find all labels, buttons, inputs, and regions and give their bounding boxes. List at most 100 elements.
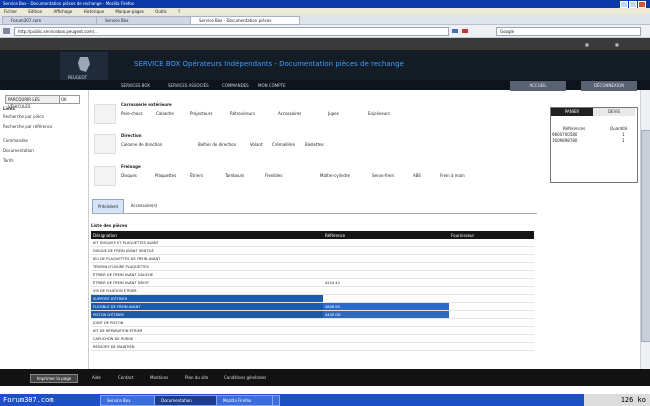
- category-link[interactable]: Rétroviseurs: [230, 111, 255, 116]
- column-header[interactable]: Fournisseur: [449, 231, 534, 239]
- browser-tab[interactable]: Service Box - Documentation pièces: [190, 16, 300, 25]
- sidebar-link[interactable]: Recherche par référence: [3, 124, 52, 129]
- cell-designation[interactable]: SUPPORT D'ÉTRIER: [91, 294, 323, 303]
- cell-designation[interactable]: JOINT DE PISTON: [91, 318, 323, 327]
- nav-item[interactable]: SERVICES BOX: [121, 83, 150, 88]
- sidebar-link[interactable]: Documentation: [3, 148, 34, 153]
- category-thumbnail[interactable]: [94, 104, 116, 124]
- table-row[interactable]: DISQUE DE FREIN AVANT VENTILÉ: [91, 246, 534, 255]
- cell-designation[interactable]: KIT DISQUES ET PLAQUETTES AVANT: [91, 239, 323, 247]
- menu-item[interactable]: Marque-pages: [115, 9, 144, 14]
- category-link[interactable]: Maître-cylindre: [320, 173, 350, 178]
- browser-tab[interactable]: Forum307.com: [2, 16, 102, 25]
- taskbar-item[interactable]: Mozilla Firefox: [216, 395, 274, 406]
- footer-link[interactable]: Mentions: [150, 375, 168, 380]
- tab-quote[interactable]: DEVIS: [593, 108, 635, 116]
- cell-designation[interactable]: VIS DE FIXATION ÉTRIER: [91, 286, 323, 295]
- nav-item[interactable]: COMMANDES: [222, 83, 249, 88]
- address-input[interactable]: http://public.servicebox.peugeot.com/...: [14, 27, 449, 36]
- table-row[interactable]: ÉTRIER DE FREIN AVANT GAUCHE: [91, 270, 534, 279]
- category-link[interactable]: Colonne de direction: [121, 142, 162, 147]
- cell-designation[interactable]: PISTON D'ÉTRIER: [91, 310, 323, 319]
- cell-designation[interactable]: CAPUCHON DE PURGE: [91, 334, 323, 343]
- category-link[interactable]: Projecteurs: [190, 111, 212, 116]
- category-link[interactable]: Calandre: [156, 111, 174, 116]
- sidebar-link[interactable]: Tarifs: [3, 158, 13, 163]
- nav-item[interactable]: MON COMPTE: [258, 83, 286, 88]
- category-link[interactable]: Frein à main: [440, 173, 465, 178]
- cell-designation[interactable]: ÉTRIER DE FREIN AVANT DROIT: [91, 278, 323, 287]
- home-button[interactable]: ACCUEIL: [510, 81, 566, 91]
- taskbar-item[interactable]: Service Box: [100, 395, 156, 406]
- search-input[interactable]: Google: [496, 27, 641, 36]
- strip-link[interactable]: ■: [585, 42, 589, 47]
- cell-designation[interactable]: KIT DE RÉPARATION ÉTRIER: [91, 326, 323, 335]
- category-heading[interactable]: Carrosserie extérieure: [121, 102, 172, 107]
- minimize-icon[interactable]: [620, 1, 628, 8]
- menu-item[interactable]: Edition: [28, 9, 42, 14]
- cell-designation[interactable]: FLEXIBLE DE FREIN AVANT: [91, 302, 323, 311]
- menu-item[interactable]: Historique: [84, 9, 105, 14]
- footer-link[interactable]: Plan du site: [185, 375, 208, 380]
- menu-item[interactable]: Affichage: [53, 9, 72, 14]
- category-link[interactable]: ABS: [413, 173, 421, 178]
- cell-designation[interactable]: RESSORT DE MAINTIEN: [91, 342, 323, 351]
- category-link[interactable]: Tambours: [225, 173, 244, 178]
- table-row[interactable]: RESSORT DE MAINTIEN: [91, 342, 534, 351]
- category-link[interactable]: Servo-frein: [372, 173, 394, 178]
- cart-label[interactable]: 1609898780: [552, 138, 577, 143]
- category-link[interactable]: Crémaillère: [272, 142, 295, 147]
- table-row[interactable]: SUPPORT D'ÉTRIER: [91, 294, 534, 303]
- browser-tab[interactable]: Service Box: [96, 16, 196, 25]
- tab-cart[interactable]: PANIER: [551, 108, 593, 116]
- footer-link[interactable]: Aide: [92, 375, 101, 380]
- cell-designation[interactable]: DISQUE DE FREIN AVANT VENTILÉ: [91, 246, 323, 255]
- table-row[interactable]: ÉTRIER DE FREIN AVANT DROIT 4254 42: [91, 278, 534, 287]
- category-thumbnail[interactable]: [94, 166, 116, 186]
- table-row[interactable]: KIT DISQUES ET PLAQUETTES AVANT: [91, 239, 534, 247]
- table-row[interactable]: JOINT DE PISTON: [91, 318, 534, 327]
- taskbar-item[interactable]: [272, 395, 280, 406]
- category-heading[interactable]: Freinage: [121, 164, 141, 169]
- close-icon[interactable]: [638, 1, 646, 8]
- category-link[interactable]: Jupes: [328, 111, 339, 116]
- maximize-icon[interactable]: [629, 1, 637, 8]
- taskbar-item[interactable]: Documentation: [154, 395, 218, 406]
- table-row[interactable]: CAPUCHON DE PURGE: [91, 334, 534, 343]
- table-row[interactable]: FLEXIBLE DE FREIN AVANT 4806 85: [91, 302, 534, 311]
- menu-item[interactable]: Outils: [155, 9, 167, 14]
- category-link[interactable]: Accessoires: [278, 111, 301, 116]
- nav-item[interactable]: SERVICES ASSOCIÉS: [168, 83, 209, 88]
- footer-link[interactable]: Conditions générales: [224, 375, 266, 380]
- back-icon[interactable]: [3, 28, 10, 34]
- cart-label[interactable]: 9800700580: [552, 132, 577, 137]
- cell-designation[interactable]: TÉMOIN D'USURE PLAQUETTES: [91, 262, 323, 271]
- column-header[interactable]: Désignation: [91, 231, 323, 239]
- menu-item[interactable]: ?: [178, 9, 180, 14]
- category-link[interactable]: Étriers: [190, 173, 203, 178]
- tab-previous[interactable]: Précédent: [92, 199, 124, 214]
- category-link[interactable]: Volant: [250, 142, 263, 147]
- category-link[interactable]: Pare-chocs: [121, 111, 143, 116]
- category-link[interactable]: Disques: [121, 173, 137, 178]
- scrollbar-thumb[interactable]: [641, 130, 650, 342]
- table-row[interactable]: TÉMOIN D'USURE PLAQUETTES: [91, 262, 534, 271]
- category-link[interactable]: Flexibles: [265, 173, 282, 178]
- menu-item[interactable]: Fichier: [4, 9, 17, 14]
- sidebar-link[interactable]: Commandes: [3, 138, 28, 143]
- table-row[interactable]: PISTON D'ÉTRIER 4400 G6: [91, 310, 534, 319]
- table-row[interactable]: KIT DE RÉPARATION ÉTRIER: [91, 326, 534, 335]
- column-header[interactable]: Référence: [323, 231, 449, 239]
- strip-link[interactable]: ■: [615, 42, 619, 47]
- go-button[interactable]: OK: [59, 95, 80, 104]
- category-heading[interactable]: Direction: [121, 133, 142, 138]
- cell-designation[interactable]: JEU DE PLAQUETTES DE FREIN AVANT: [91, 254, 323, 263]
- footer-link[interactable]: Contact: [118, 375, 134, 380]
- category-link[interactable]: Biellettes: [305, 142, 324, 147]
- tab-accessories[interactable]: Accessoire(s): [126, 199, 162, 212]
- table-row[interactable]: VIS DE FIXATION ÉTRIER: [91, 286, 534, 295]
- logout-button[interactable]: DÉCONNEXION: [581, 81, 637, 91]
- category-link[interactable]: Enjoliveurs: [368, 111, 390, 116]
- print-button[interactable]: Imprimer la page: [30, 374, 78, 383]
- category-thumbnail[interactable]: [94, 134, 116, 154]
